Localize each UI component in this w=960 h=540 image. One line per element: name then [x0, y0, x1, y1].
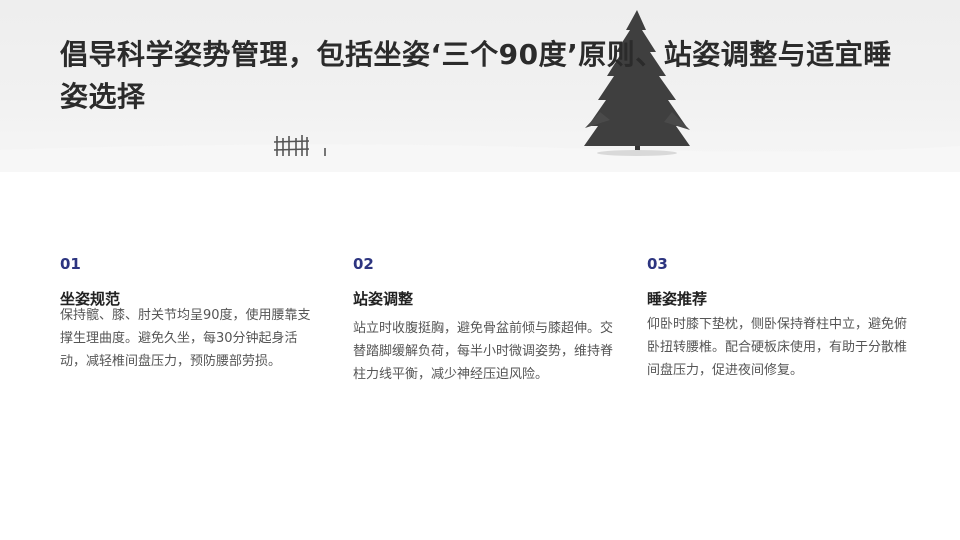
- column-heading: 站姿调整: [353, 290, 414, 308]
- column-text: 保持髋、膝、肘关节均呈90度，使用腰靠支撑生理曲度。避免久坐，每30分钟起身活动…: [60, 308, 311, 369]
- column-number: 02: [353, 255, 374, 273]
- column-number: 01: [60, 255, 81, 273]
- column-number: 03: [647, 255, 668, 273]
- column-text: 站立时收腹挺胸，避免骨盆前倾与膝超伸。交替踏脚缓解负荷，每半小时微调姿势，维持脊…: [353, 321, 614, 382]
- column-standing-posture: 02 站姿调整 站立时收腹挺胸，避免骨盆前倾与膝超伸。交替踏脚缓解负荷，每半小时…: [353, 254, 613, 386]
- hero-banner: 倡导科学姿势管理，包括坐姿‘三个90度’原则、站姿调整与适宜睡姿选择: [0, 0, 960, 172]
- column-sleeping-posture: 03 睡姿推荐 仰卧时膝下垫枕，侧卧保持脊柱中立，避免俯卧扭转腰椎。配合硬板床使…: [647, 254, 909, 382]
- column-text: 仰卧时膝下垫枕，侧卧保持脊柱中立，避免俯卧扭转腰椎。配合硬板床使用，有助于分散椎…: [647, 317, 908, 378]
- slide-title: 倡导科学姿势管理，包括坐姿‘三个90度’原则、站姿调整与适宜睡姿选择: [60, 38, 892, 113]
- column-sitting-posture: 01 坐姿规范 保持髋、膝、肘关节均呈90度，使用腰靠支撑生理曲度。避免久坐，每…: [60, 254, 320, 373]
- column-heading: 睡姿推荐: [647, 290, 708, 308]
